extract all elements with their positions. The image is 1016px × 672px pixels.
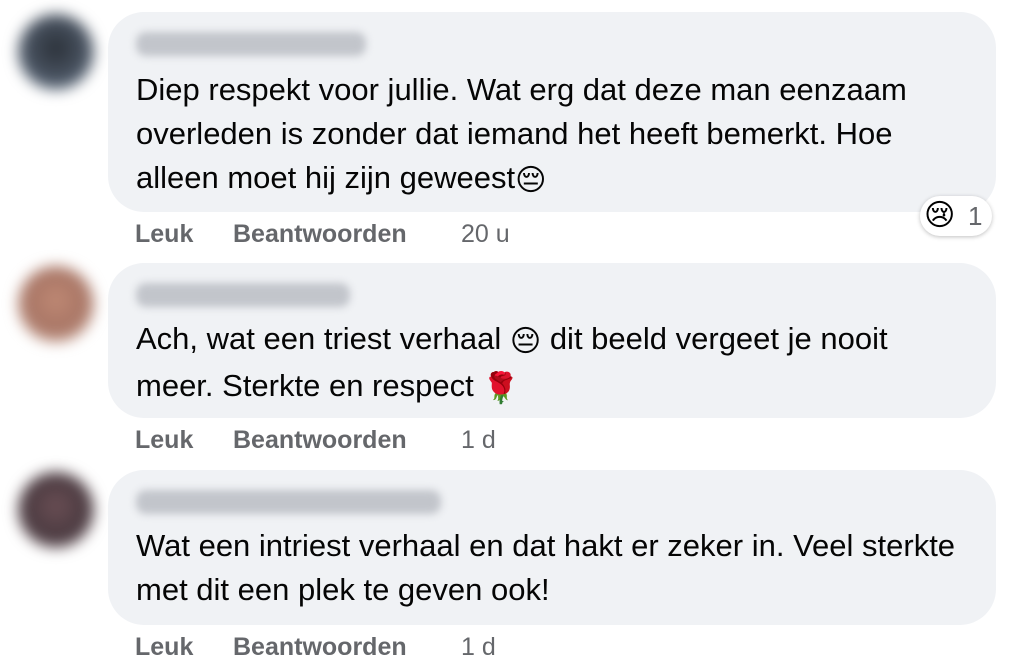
comment-3-avatar[interactable] [18,472,94,548]
comment-3-body: Wat een intriest verhaal en dat hakt er … [136,528,956,607]
rose-emoji-icon: 🌹 [482,372,520,405]
reaction-badge[interactable]: 😢 1 [920,196,992,236]
comment-3-author-name[interactable] [136,490,441,514]
comment-1-bubble: Diep respekt voor jullie. Wat erg dat de… [108,12,996,212]
timestamp[interactable]: 20 u [461,220,510,249]
comment-3-bubble: Wat een intriest verhaal en dat hakt er … [108,470,996,625]
comment-2-text: Ach, wat een triest verhaal 😔 dit beeld … [136,317,972,411]
pensive-face-emoji-icon: 😔 [509,325,542,358]
comment-2-bubble: Ach, wat een triest verhaal 😔 dit beeld … [108,263,996,418]
comment-2-body-part1: Ach, wat een triest verhaal [136,321,510,356]
comment-1-author-name[interactable] [136,32,366,56]
like-button[interactable]: Leuk [135,426,193,455]
timestamp[interactable]: 1 d [461,633,496,662]
reply-button[interactable]: Beantwoorden [233,426,407,455]
reaction-count: 1 [968,201,983,231]
comment-1-avatar[interactable] [18,14,94,90]
reply-button[interactable]: Beantwoorden [233,633,407,662]
like-button[interactable]: Leuk [135,220,193,249]
comment-2-author-name[interactable] [136,283,350,307]
crying-face-icon: 😢 [924,199,956,232]
reply-button[interactable]: Beantwoorden [233,220,407,249]
comment-1-text: Diep respekt voor jullie. Wat erg dat de… [136,68,972,203]
like-button[interactable]: Leuk [135,633,193,662]
comment-3-text: Wat een intriest verhaal en dat hakt er … [136,524,972,612]
pensive-face-emoji-icon: 😔 [515,164,547,197]
timestamp[interactable]: 1 d [461,426,496,455]
comment-2-avatar[interactable] [18,266,94,342]
